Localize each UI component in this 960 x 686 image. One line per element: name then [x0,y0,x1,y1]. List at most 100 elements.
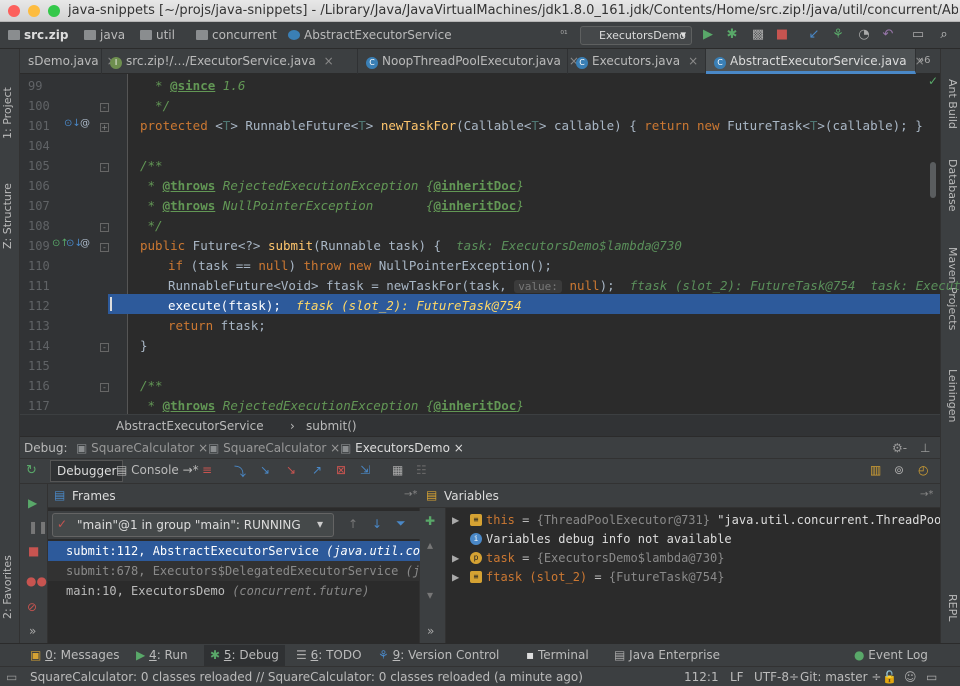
tab-executors[interactable]: C Executors.java × [568,49,706,74]
view-breakpoints-icon[interactable]: ●● [26,574,47,588]
editor-scrollbar[interactable] [930,162,936,198]
more-icon[interactable]: » [427,624,434,638]
breadcrumb-java[interactable]: java [84,28,125,42]
session-tab-squarecalculator-2[interactable]: ▣ SquareCalculator × [208,441,340,455]
gear-icon[interactable]: ⚙- [892,441,907,455]
tab-executors-demo[interactable]: sDemo.java× [20,49,117,74]
revert-icon[interactable]: ↶ [880,27,896,43]
tab-noop-executor[interactable]: C NoopThreadPoolExecutor.java × [358,49,579,74]
run-config-select[interactable]: ExecutorsDemo ▾ [580,26,692,45]
fold-icon[interactable]: - [100,383,109,392]
frame-row[interactable]: submit:112, AbstractExecutorService (jav… [48,541,420,561]
move-down-icon[interactable]: ▾ [427,588,433,602]
tool-messages[interactable]: ▣ 0: Messages [30,648,120,662]
force-step-into-icon[interactable]: ↘ [286,463,296,477]
run-to-cursor-icon[interactable]: ⇲ [360,463,370,477]
tab-overflow[interactable]: »6 [918,55,930,66]
close-icon[interactable]: × [324,54,334,68]
layout-icon[interactable]: ▭ [910,27,926,43]
breadcrumb-util[interactable]: util [140,28,175,42]
down-icon[interactable]: ↓ [372,517,382,531]
build-icon[interactable]: ⁰¹ [556,27,572,43]
close-icon[interactable]: × [454,441,464,455]
variable-row-this[interactable]: ▶ ≡ this = {ThreadPoolExecutor@731} "jav… [446,511,940,530]
variable-row-ftask[interactable]: ▶ ≡ ftask (slot_2) = {FutureTask@754} [446,568,940,587]
close-icon[interactable]: × [198,441,208,455]
expand-icon[interactable]: ▶ [452,551,459,565]
more-icon[interactable]: » [29,624,36,638]
tool-version-control[interactable]: ⚘ 9: Version Control [378,648,499,662]
tab-debugger[interactable]: Debugger [50,460,124,482]
memory-icon[interactable]: ▥ [870,463,881,477]
frame-row[interactable]: main:10, ExecutorsDemo (concurrent.futur… [48,581,420,601]
filter-icon[interactable]: ⏷ [396,516,406,531]
implements-icon[interactable]: ⊙↓ [64,118,81,129]
caret-position[interactable]: 112:1 [684,670,719,684]
step-over-icon[interactable]: ⤵ [234,463,246,480]
tab-ant-build[interactable]: Ant Build [943,79,959,139]
tab-abstract-executor-service[interactable]: C AbstractExecutorService.java × [706,49,925,74]
step-out-icon[interactable]: ↗ [312,463,322,477]
fold-icon[interactable]: - [100,163,109,172]
tool-terminal[interactable]: ▪ Terminal [526,648,589,662]
tab-database[interactable]: Database [943,159,959,229]
fold-icon[interactable]: - [100,223,109,232]
vcs-history-icon[interactable]: ◔ [856,27,872,43]
tab-structure[interactable]: Z: Structure [1,159,19,249]
git-branch[interactable]: Git: master ÷ [800,670,881,684]
step-into-icon[interactable]: ↘ [260,463,270,477]
tab-project[interactable]: 1: Project [1,59,19,139]
evaluate-icon[interactable]: ▦ [392,463,403,477]
stop-icon[interactable]: ■ [774,27,790,43]
show-execution-point-icon[interactable]: ≡ [202,463,212,477]
thread-select[interactable]: ✓ "main"@1 in group "main": RUNNING ▾ [52,513,334,537]
tab-maven[interactable]: Maven Projects [943,247,959,347]
search-icon[interactable]: ⌕ [936,27,952,43]
mute-breakpoints-icon[interactable]: ⊘ [27,600,37,614]
tool-run[interactable]: ▶ 4: Run [136,648,188,662]
run-icon[interactable]: ▶ [700,27,716,43]
file-encoding[interactable]: UTF-8÷ [754,670,799,684]
vcs-update-icon[interactable]: ↙ [806,27,822,43]
up-icon[interactable]: ↑ [348,517,358,531]
session-tab-executorsdemo[interactable]: ▣ ExecutorsDemo × [340,441,464,455]
tab-favorites[interactable]: 2: Favorites [1,539,19,619]
overhead-icon[interactable]: ◴ [918,463,928,477]
status-message[interactable]: SquareCalculator: 0 classes reloaded // … [30,670,583,684]
drop-frame-icon[interactable]: ⊠ [336,463,346,477]
breadcrumb-class[interactable]: AbstractExecutorService [116,419,264,433]
stop-icon[interactable]: ■ [28,544,39,558]
layout-icon[interactable]: ▭ [6,670,17,684]
breadcrumb-method[interactable]: submit() [306,419,357,433]
close-icon[interactable]: × [688,54,698,68]
expand-icon[interactable]: ▶ [452,513,459,527]
variable-row-task[interactable]: ▶ p task = {ExecutorsDemo$lambda@730} [446,549,940,568]
minimize-window-button[interactable] [28,5,40,17]
breadcrumb-class[interactable]: AbstractExecutorService [288,28,452,42]
tool-debug[interactable]: ✱ 5: Debug [204,645,285,666]
move-up-icon[interactable]: ▴ [427,538,433,552]
tool-event-log[interactable]: ● Event Log [854,648,928,662]
threads-icon[interactable]: ⊚ [894,463,904,477]
lock-icon[interactable]: 🔓 [882,670,897,684]
debug-icon[interactable]: ✱ [724,27,740,43]
tab-leiningen[interactable]: Leiningen [943,369,959,444]
fold-icon[interactable]: - [100,103,109,112]
memory-indicator-icon[interactable]: ▭ [926,670,937,684]
session-tab-squarecalculator[interactable]: ▣ SquareCalculator × [76,441,208,455]
trace-icon[interactable]: ☷ [416,463,427,477]
tool-java-enterprise[interactable]: ▤ Java Enterprise [614,648,720,662]
zoom-window-button[interactable] [48,5,60,17]
inspector-icon[interactable]: ☺ [904,670,917,684]
close-icon[interactable]: × [330,441,340,455]
pin-icon[interactable]: →* [920,489,933,500]
tab-repl[interactable]: REPL [943,594,959,634]
hide-icon[interactable]: ⊥ [920,441,930,455]
fold-icon[interactable]: - [100,343,109,352]
frame-row[interactable]: submit:678, Executors$DelegatedExecutorS… [48,561,420,581]
resume-icon[interactable]: ▶ [28,496,37,510]
vcs-commit-icon[interactable]: ⚘ [830,27,846,43]
breadcrumb-concurrent[interactable]: concurrent [196,28,277,42]
close-window-button[interactable] [8,5,20,17]
pause-icon[interactable]: ❚❚ [28,520,48,534]
